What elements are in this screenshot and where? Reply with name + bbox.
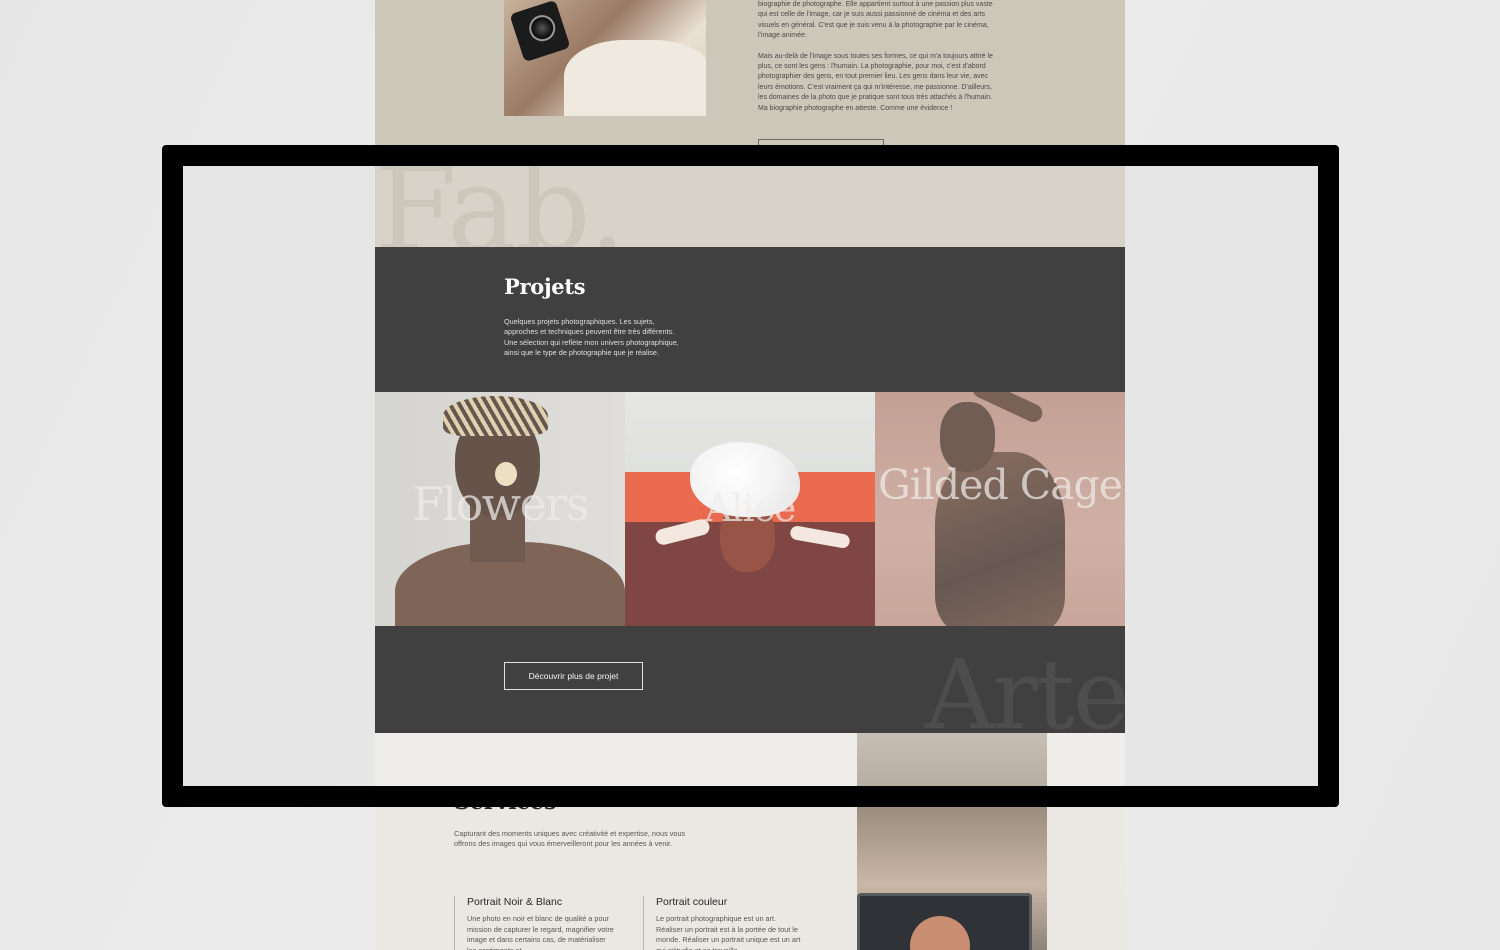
photographer-portrait-photo — [504, 0, 706, 116]
about-paragraph-2: Mais au-delà de l'image sous toutes ses … — [758, 52, 993, 112]
tablet-screen-shape — [857, 893, 1032, 950]
photo-shirt-shape — [564, 40, 706, 116]
service-card-title: Portrait Noir & Blanc — [467, 896, 563, 908]
service-card-portrait-bw[interactable]: Portrait Noir & Blanc Une photo en noir … — [454, 896, 614, 950]
about-paragraph-1: biographie de photographe. Elle appartie… — [758, 1, 993, 40]
service-card-text: Une photo en noir et blanc de qualité a … — [467, 914, 614, 950]
service-card-portrait-color[interactable]: Portrait couleur Le portrait photographi… — [643, 896, 803, 950]
services-description: Capturant des moments uniques avec créat… — [454, 829, 686, 849]
services-title: Services — [454, 789, 557, 815]
focus-overlay — [183, 166, 1318, 786]
about-text: biographie de photographe. Elle appartie… — [758, 0, 998, 124]
service-card-title: Portrait couleur — [656, 896, 728, 908]
service-card-text: Le portrait photographique est un art. R… — [656, 914, 801, 950]
about-more-button[interactable] — [758, 139, 884, 161]
camera-icon — [509, 0, 571, 63]
